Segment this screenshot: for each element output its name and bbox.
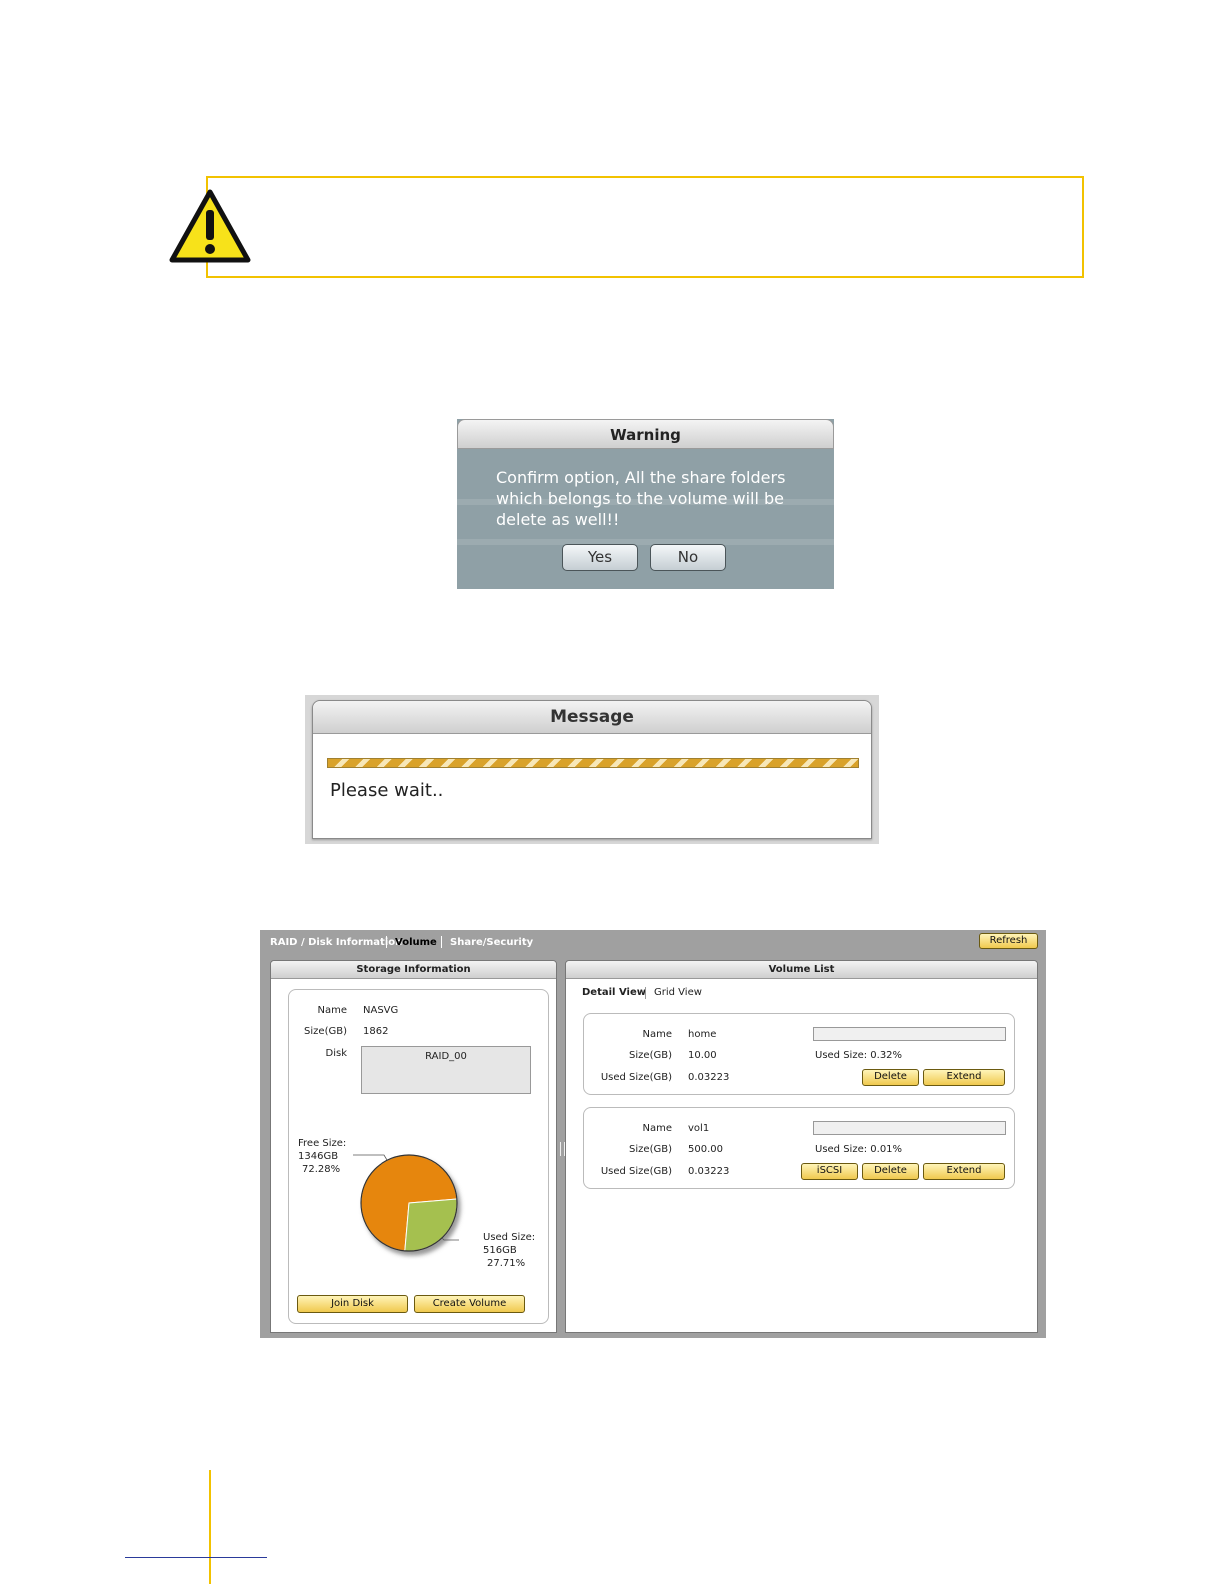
volume-usage-bar [813, 1027, 1006, 1041]
disk-label: Disk [325, 1048, 347, 1059]
grid-view-tab[interactable]: Grid View [654, 987, 702, 999]
size-value: 1862 [363, 1026, 389, 1037]
warning-dialog: Warning Confirm option, All the share fo… [457, 419, 834, 589]
warning-dialog-title: Warning [457, 419, 834, 449]
volume-name-label: Name [642, 1123, 672, 1134]
volume-size-value: 500.00 [688, 1144, 723, 1155]
used-size-label: Used Size: [483, 1232, 536, 1243]
volume-name-label: Name [642, 1029, 672, 1040]
free-size-label: Free Size: [298, 1138, 347, 1149]
caution-box [206, 176, 1084, 278]
volume-size-value: 10.00 [688, 1050, 717, 1061]
warning-message: Confirm option, All the share folders wh… [496, 468, 786, 529]
message-dialog-title: Message [313, 701, 871, 734]
volume-used-value: 0.03223 [688, 1072, 730, 1083]
used-size-percent: 27.71% [487, 1258, 526, 1269]
free-size-gb: 1346GB [298, 1151, 339, 1162]
delete-button[interactable]: Delete [862, 1069, 919, 1086]
volume-used-value: 0.03223 [688, 1166, 730, 1177]
volume-list-panel: Volume List Detail View Grid View Name h… [565, 960, 1038, 1333]
margin-line [209, 1470, 211, 1584]
refresh-button[interactable]: Refresh [979, 933, 1038, 949]
volume-card: Name vol1 Size(GB) 500.00 Used Size: 0.0… [583, 1107, 1015, 1189]
footer-rule [125, 1557, 267, 1558]
volume-used-percent: Used Size: 0.01% [815, 1144, 903, 1155]
warning-triangle-icon [169, 189, 251, 263]
name-value: NASVG [363, 1005, 399, 1016]
please-wait-text: Please wait.. [330, 780, 444, 801]
disk-item[interactable]: RAID_00 [425, 1051, 467, 1062]
name-label: Name [317, 1005, 347, 1016]
used-size-gb: 516GB [483, 1245, 517, 1256]
view-separator [645, 987, 646, 999]
join-disk-button[interactable]: Join Disk [297, 1295, 408, 1313]
volume-list-title: Volume List [566, 961, 1037, 979]
pie-slice-used [404, 1198, 458, 1252]
tab-separator [386, 936, 387, 948]
tab-share-security[interactable]: Share/Security [450, 936, 533, 950]
extend-button[interactable]: Extend [923, 1163, 1005, 1180]
storage-information-panel: Storage Information Name NASVG Size(GB) … [270, 960, 557, 1333]
create-volume-button[interactable]: Create Volume [414, 1295, 525, 1313]
tab-raid-disk-information[interactable]: RAID / Disk Information [270, 936, 402, 950]
volume-usage-bar [813, 1121, 1006, 1135]
volume-size-label: Size(GB) [629, 1050, 672, 1061]
volume-used-label: Used Size(GB) [600, 1166, 672, 1177]
delete-button[interactable]: Delete [862, 1163, 919, 1180]
volume-name-value: home [688, 1029, 717, 1040]
volume-used-percent: Used Size: 0.32% [815, 1050, 903, 1061]
detail-view-tab[interactable]: Detail View [582, 987, 646, 999]
volume-size-label: Size(GB) [629, 1144, 672, 1155]
volume-name-value: vol1 [688, 1123, 710, 1134]
volume-used-label: Used Size(GB) [600, 1072, 672, 1083]
message-dialog-backdrop: Message Please wait.. [305, 695, 879, 844]
tab-separator [441, 936, 442, 948]
progress-bar [327, 758, 859, 768]
iscsi-button[interactable]: iSCSI [801, 1163, 858, 1180]
extend-button[interactable]: Extend [923, 1069, 1005, 1086]
message-dialog: Message Please wait.. [312, 700, 872, 839]
disk-list: RAID_00 [361, 1046, 531, 1094]
no-button[interactable]: No [650, 544, 726, 571]
tab-volume[interactable]: Volume [395, 936, 437, 950]
storage-pie-chart [353, 1154, 459, 1252]
volume-management-screen: RAID / Disk Information Volume Share/Sec… [260, 930, 1046, 1338]
size-label: Size(GB) [304, 1026, 347, 1037]
yes-button[interactable]: Yes [562, 544, 638, 571]
storage-information-title: Storage Information [271, 961, 556, 979]
free-size-percent: 72.28% [302, 1164, 341, 1175]
volume-card: Name home Size(GB) 10.00 Used Size: 0.32… [583, 1013, 1015, 1095]
storage-details: Name NASVG Size(GB) 1862 Disk RAID_00 Fr… [288, 989, 549, 1324]
